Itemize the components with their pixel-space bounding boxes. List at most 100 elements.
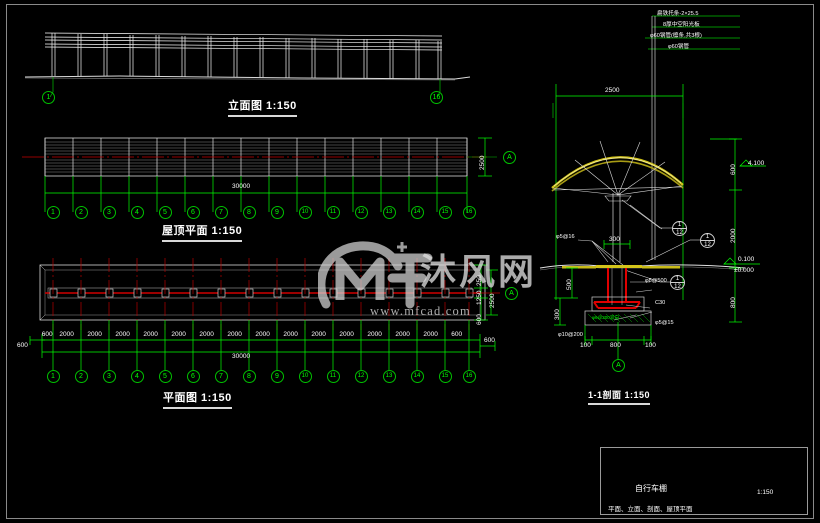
section-column-dim: 300 — [609, 236, 620, 243]
plan-bay-dim: 2000 — [423, 331, 438, 338]
section-note-polycarbonate: 8厚中空阳光板 — [663, 22, 700, 28]
plan-bay-dim: 2000 — [171, 331, 186, 338]
roof-plan-side-dim: 2500 — [479, 155, 486, 170]
plan-bay-dim: 2000 — [367, 331, 382, 338]
roof-grid-bubble-14[interactable]: 14 — [410, 206, 424, 219]
detail-bubble-1[interactable]: 1 12 — [672, 221, 687, 236]
roof-grid-bubble-12[interactable]: 12 — [354, 206, 368, 219]
plan-bay-dim: 2000 — [339, 331, 354, 338]
plan-bay-dim: 2000 — [143, 331, 158, 338]
plan-vdim-total: 2500 — [489, 293, 496, 308]
roof-grid-bubble-6[interactable]: 6 — [186, 206, 200, 219]
section-geometry — [539, 15, 766, 360]
plan-grid-bubble-10[interactable]: 10 — [298, 370, 312, 383]
section-elev-ground-2: ±0.000 — [734, 267, 754, 274]
plan-grid-bubble-3[interactable]: 3 — [102, 370, 116, 383]
plan-grid-bubble-13[interactable]: 13 — [382, 370, 396, 383]
detail-bubble-3-top: 1 — [671, 276, 684, 283]
plan-end-offset-right: 600 — [484, 337, 495, 344]
detail-bubble-3-bottom: 12 — [674, 284, 681, 290]
plan-bay-dim: 2000 — [283, 331, 298, 338]
elevation-geometry — [24, 32, 471, 81]
detail-bubble-1-top: 1 — [673, 222, 686, 229]
section-note-flat-bar: 扁铁托条-2×25.5 — [657, 11, 699, 17]
section-note-purlin: φ60钢管(檩条,共3根) — [650, 33, 702, 39]
section-note-stirrup: φ8@500 — [645, 278, 667, 284]
plan-view-title: 平面图 1:150 — [163, 389, 232, 409]
detail-bubble-1-bottom: 12 — [676, 230, 683, 236]
section-fdn-dim-100-left: 100 — [580, 342, 591, 349]
title-block-scale: 1:150 — [757, 489, 774, 496]
roof-plan-overall-dim: 30000 — [232, 183, 251, 190]
detail-bubble-2[interactable]: 1 12 — [700, 233, 715, 248]
elevation-bubble-right[interactable]: 16 — [430, 91, 443, 104]
roof-grid-bubble-9[interactable]: 9 — [270, 206, 284, 219]
plan-grid-bubble-1[interactable]: 1 — [46, 370, 60, 383]
cad-drawing-sheet: 1 16 立面图 1:150 30000 2500 A 屋顶平面 1:150 1… — [0, 0, 820, 523]
watermark-url: www.mfcad.com — [370, 304, 471, 318]
plan-grid-bubble-4[interactable]: 4 — [130, 370, 144, 383]
section-elev-top: 4.100 — [748, 160, 765, 167]
plan-grid-bubble-14[interactable]: 14 — [410, 370, 424, 383]
roof-grid-bubble-3[interactable]: 3 — [102, 206, 116, 219]
roof-plan-view-title: 屋顶平面 1:150 — [162, 222, 243, 242]
plan-grid-bubble-7[interactable]: 7 — [214, 370, 228, 383]
plan-grid-bubble-15[interactable]: 15 — [438, 370, 452, 383]
plan-grid-bubble-16[interactable]: 16 — [462, 370, 476, 383]
title-block-project: 自行车棚 — [635, 484, 667, 493]
section-height-2000: 2000 — [730, 228, 737, 243]
section-note-steel-pipe: φ60钢管 — [668, 44, 690, 50]
roof-grid-bubble-4[interactable]: 4 — [130, 206, 144, 219]
elevation-grid-leaders — [49, 77, 441, 98]
roof-plan-geometry — [22, 137, 497, 212]
roof-grid-bubble-8[interactable]: 8 — [242, 206, 256, 219]
plan-bay-dim: 600 — [451, 331, 463, 338]
plan-end-offset-left: 600 — [17, 342, 28, 349]
section-bubble-A[interactable]: A — [612, 359, 625, 372]
roof-grid-bubble-5[interactable]: 5 — [158, 206, 172, 219]
plan-bay-dim: 2000 — [395, 331, 410, 338]
section-view-title: 1-1剖面 1:150 — [588, 388, 651, 405]
detail-bubble-2-bottom: 12 — [704, 242, 711, 248]
section-fdn-dim-500: 500 — [566, 279, 573, 290]
roof-grid-bubble-13[interactable]: 13 — [382, 206, 396, 219]
section-span-dim: 2500 — [605, 87, 620, 94]
plan-overall-dim: 30000 — [232, 353, 251, 360]
section-height-800-lower: 800 — [730, 297, 737, 308]
roof-grid-bubble-10[interactable]: 10 — [298, 206, 312, 219]
plan-grid-bubble-8[interactable]: 8 — [242, 370, 256, 383]
plan-bay-dim: 2000 — [59, 331, 74, 338]
plan-grid-bubble-6[interactable]: 6 — [186, 370, 200, 383]
section-note-concrete: C30 — [655, 300, 666, 306]
roof-plan-bubble-A[interactable]: A — [503, 151, 516, 164]
roof-grid-bubble-7[interactable]: 7 — [214, 206, 228, 219]
title-block-drawing-list: 平面、立面、剖面、屋顶平面 — [608, 506, 693, 513]
roof-grid-bubble-15[interactable]: 15 — [438, 206, 452, 219]
section-note-rebar-bottom: φ5@15 — [655, 320, 674, 326]
roof-grid-bubble-2[interactable]: 2 — [74, 206, 88, 219]
plan-bay-dim: 2000 — [255, 331, 270, 338]
plan-vdim-600: 600 — [476, 314, 483, 325]
plan-bay-dim: 2000 — [199, 331, 214, 338]
section-height-600: 600 — [730, 164, 737, 175]
plan-bay-dim: 2000 — [87, 331, 102, 338]
plan-bay-dim: 2000 — [227, 331, 242, 338]
detail-bubble-2-top: 1 — [701, 234, 714, 241]
plan-grid-bubble-11[interactable]: 11 — [326, 370, 340, 383]
roof-grid-bubble-11[interactable]: 11 — [326, 206, 340, 219]
plan-bay-dim: 2000 — [311, 331, 326, 338]
plan-grid-bubble-5[interactable]: 5 — [158, 370, 172, 383]
section-fdn-dim-100-right: 100 — [645, 342, 656, 349]
plan-grid-bubble-2[interactable]: 2 — [74, 370, 88, 383]
section-fdn-dim-800: 800 — [610, 342, 621, 349]
elevation-bubble-left[interactable]: 1 — [42, 91, 55, 104]
plan-grid-bubble-9[interactable]: 9 — [270, 370, 284, 383]
detail-bubble-3[interactable]: 1 12 — [670, 275, 685, 290]
plan-bay-dim: 2000 — [115, 331, 130, 338]
section-note-slab: φ10@200 — [558, 332, 583, 338]
section-elev-ground-1: 0.100 — [738, 256, 755, 263]
drawing-geometry — [22, 15, 766, 370]
roof-grid-bubble-1[interactable]: 1 — [46, 206, 60, 219]
plan-grid-bubble-12[interactable]: 12 — [354, 370, 368, 383]
roof-grid-bubble-16[interactable]: 16 — [462, 206, 476, 219]
